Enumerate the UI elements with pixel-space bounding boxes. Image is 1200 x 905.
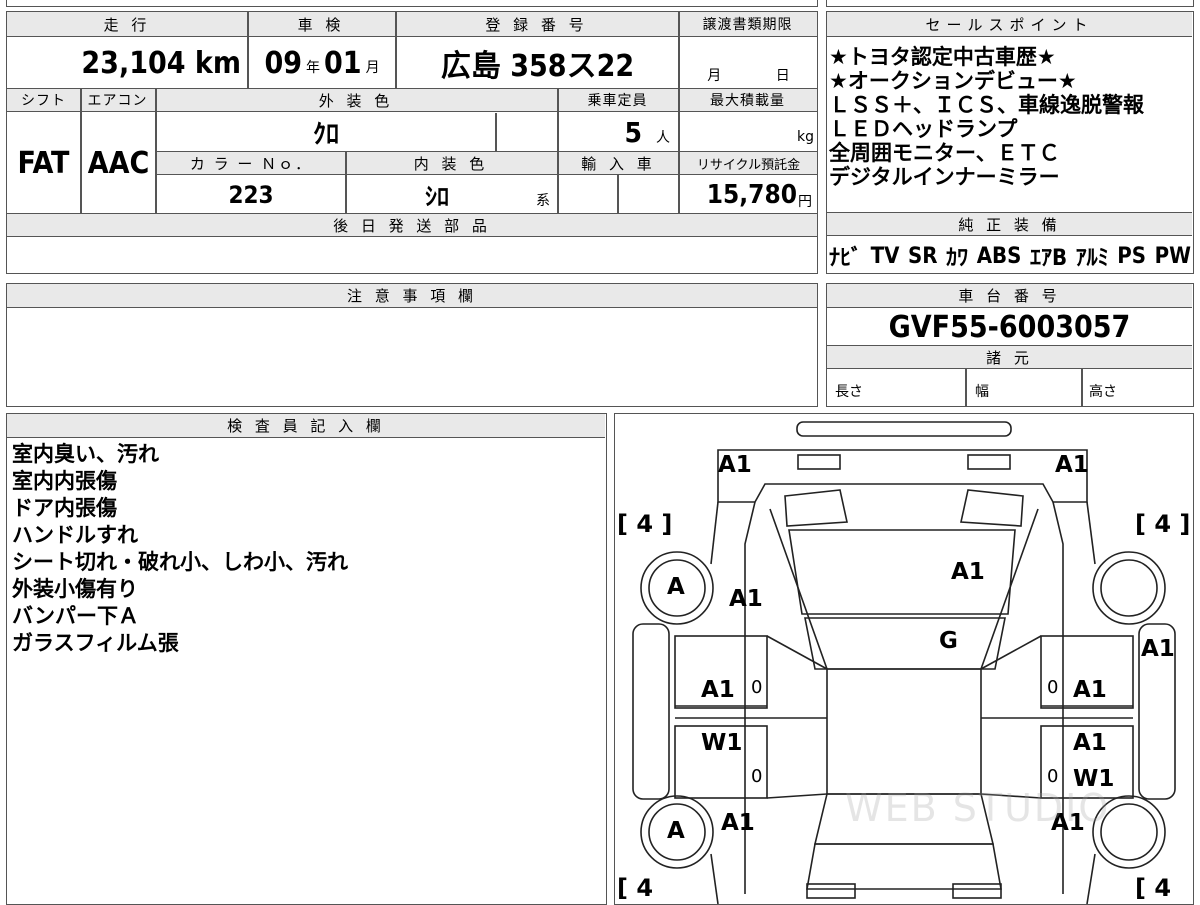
capacity-header: 乗車定員 [557,89,678,112]
sales-point-5: 全周囲モニター、ＥＴＣ [829,141,1060,165]
specs-header: 諸 元 [827,346,1192,369]
sales-point-1: ★トヨタ認定中古車歴★ [829,45,1056,69]
mark-rear-left: 0 [751,766,763,787]
equipment-leather: ｶﾜ [946,246,969,271]
equipment-header: 純 正 装 備 [827,213,1192,236]
sales-points-header: セールスポイント [827,12,1192,37]
sales-point-2: ★オークションデビュー★ [829,69,1077,93]
equipment-abs: ABS [976,243,1022,269]
caution-header: 注 意 事 項 欄 [7,284,817,308]
tire-depth-rear-left: [ 4 [617,874,654,902]
int-color-value: ｼﾛ [425,183,449,211]
damage-fender-front-left: A1 [729,586,763,612]
registration-header: 登 録 番 号 [395,12,678,37]
inspector-note-5: シート切れ・破れ小、しわ小、汚れ [12,550,348,574]
equipment-tv: TV [870,243,900,269]
shaken-value: 09 年 01 月 [264,45,380,81]
mark-front-right: 0 [1047,677,1059,698]
inspector-notes: 室内臭い、汚れ 室内内張傷 ドア内張傷 ハンドルすれ シート切れ・破れ小、しわ小… [12,441,602,657]
tire-depth-rear-right: [ 4 [1135,874,1172,902]
equipment-nav: ﾅﾋﾞ [829,246,863,271]
sales-point-6: デジタルインナーミラー [829,165,1060,189]
watermark: WEB STUDIO [845,786,1111,830]
equipment-list: ﾅﾋﾞ TV SR ｶﾜ ABS ｴｱB ｱﾙﾐ PS PW [829,239,1191,273]
damage-fender-front-right: A1 [1141,636,1175,662]
transfer-deadline-header: 譲渡書類期限 [678,12,817,37]
ext-color-header: 外 装 色 [155,89,557,112]
caution-panel: 注 意 事 項 欄 [6,283,818,407]
aircon-header: エアコン [80,89,155,112]
damage-door-front-right: A1 [1073,677,1107,703]
registration-number: 広島 358ス22 [440,49,635,84]
transfer-deadline-value: 月日 [707,68,790,84]
damage-door-front-left: A1 [701,677,735,703]
inspector-header: 検 査 員 記 入 欄 [7,414,605,438]
damage-wheel-rear-left: A [667,818,685,844]
top-strip [6,0,818,7]
ext-color-value: ｸﾛ [312,119,339,150]
height-label: 高さ [1089,384,1117,400]
inspector-note-6: 外装小傷有り [12,577,138,601]
chassis-panel: 車 台 番 号 GVF55-6003057 諸 元 長さ 幅 高さ [826,283,1194,407]
inspector-panel: 検 査 員 記 入 欄 室内臭い、汚れ 室内内張傷 ドア内張傷 ハンドルすれ シ… [6,413,607,905]
sales-point-4: ＬＥＤヘッドランプ [829,117,1018,141]
shaken-header: 車 検 [247,12,395,37]
color-no-header: カ ラ ー Ｎｏ． [157,152,345,175]
equipment-ps: PS [1117,243,1147,269]
shift-value: FAT [17,145,70,181]
color-no-value: 223 [228,180,274,209]
chassis-header: 車 台 番 号 [827,284,1192,308]
damage-front-right: A1 [1055,452,1089,478]
aircon-value: AAC [87,145,150,181]
shift-header: シフト [7,89,80,112]
import-header: 輸 入 車 [559,152,678,175]
equipment-pw: PW [1154,243,1191,269]
vehicle-diagram: [ 4 ] [ 4 ] [ 4 [ 4 A1 A1 A A1 A1 G A1 A… [614,413,1194,905]
width-label: 幅 [975,384,989,400]
inspector-note-3: ドア内張傷 [12,496,117,520]
sales-points-list: ★トヨタ認定中古車歴★ ★オークションデビュー★ ＬＳＳ＋、ＩＣＳ、車線逸脱警報… [829,45,1191,189]
int-color-suffix: 系 [536,193,550,209]
damage-windshield: G [939,628,958,654]
damage-front-left: A1 [718,452,752,478]
recycle-header: リサイクル預託金 [680,152,817,175]
vehicle-info-table: 走 行 車 検 登 録 番 号 譲渡書類期限 23,104 km 09 年 01 月 … [6,11,818,274]
mileage-header: 走 行 [7,12,247,37]
sales-points-panel: セールスポイント ★トヨタ認定中古車歴★ ★オークションデビュー★ ＬＳＳ＋、Ｉ… [826,11,1194,274]
mark-front-left: 0 [751,677,763,698]
damage-hood: A1 [951,559,985,585]
max-load-unit: kg [797,129,814,145]
inspector-note-1: 室内臭い、汚れ [12,442,159,466]
chassis-number: GVF55-6003057 [888,309,1131,345]
equipment-sunroof: SR [908,243,938,269]
car-outline-drawing [632,421,1176,904]
later-parts-header: 後 日 発 送 部 品 [7,214,817,237]
int-color-header: 内 装 色 [345,152,557,175]
damage-rear-fender-left: A1 [721,810,755,836]
recycle-fee-unit: 円 [798,194,812,210]
tire-depth-front-right: [ 4 ] [1135,510,1191,538]
sales-point-3: ＬＳＳ＋、ＩＣＳ、車線逸脱警報 [829,93,1144,117]
max-load-header: 最大積載量 [678,89,817,112]
tire-depth-front-left: [ 4 ] [617,510,673,538]
mileage-value: 23,104 km [81,45,241,81]
equipment-airbag: ｴｱB [1029,246,1068,271]
damage-door-rear-right: A1 [1073,730,1107,756]
inspector-note-2: 室内内張傷 [12,469,117,493]
inspector-note-8: ガラスフィルム張 [12,631,179,655]
capacity-unit: 人 [656,130,670,146]
equipment-alloy: ｱﾙﾐ [1075,246,1109,271]
damage-door-rear-left: W1 [701,730,743,756]
top-right-strip [826,0,1194,7]
damage-wheel-front-left: A [667,574,685,600]
length-label: 長さ [835,384,863,400]
mark-rear-right: 0 [1047,766,1059,787]
inspector-note-4: ハンドルすれ [12,523,138,547]
inspector-note-7: バンパー下Ａ [12,604,140,628]
